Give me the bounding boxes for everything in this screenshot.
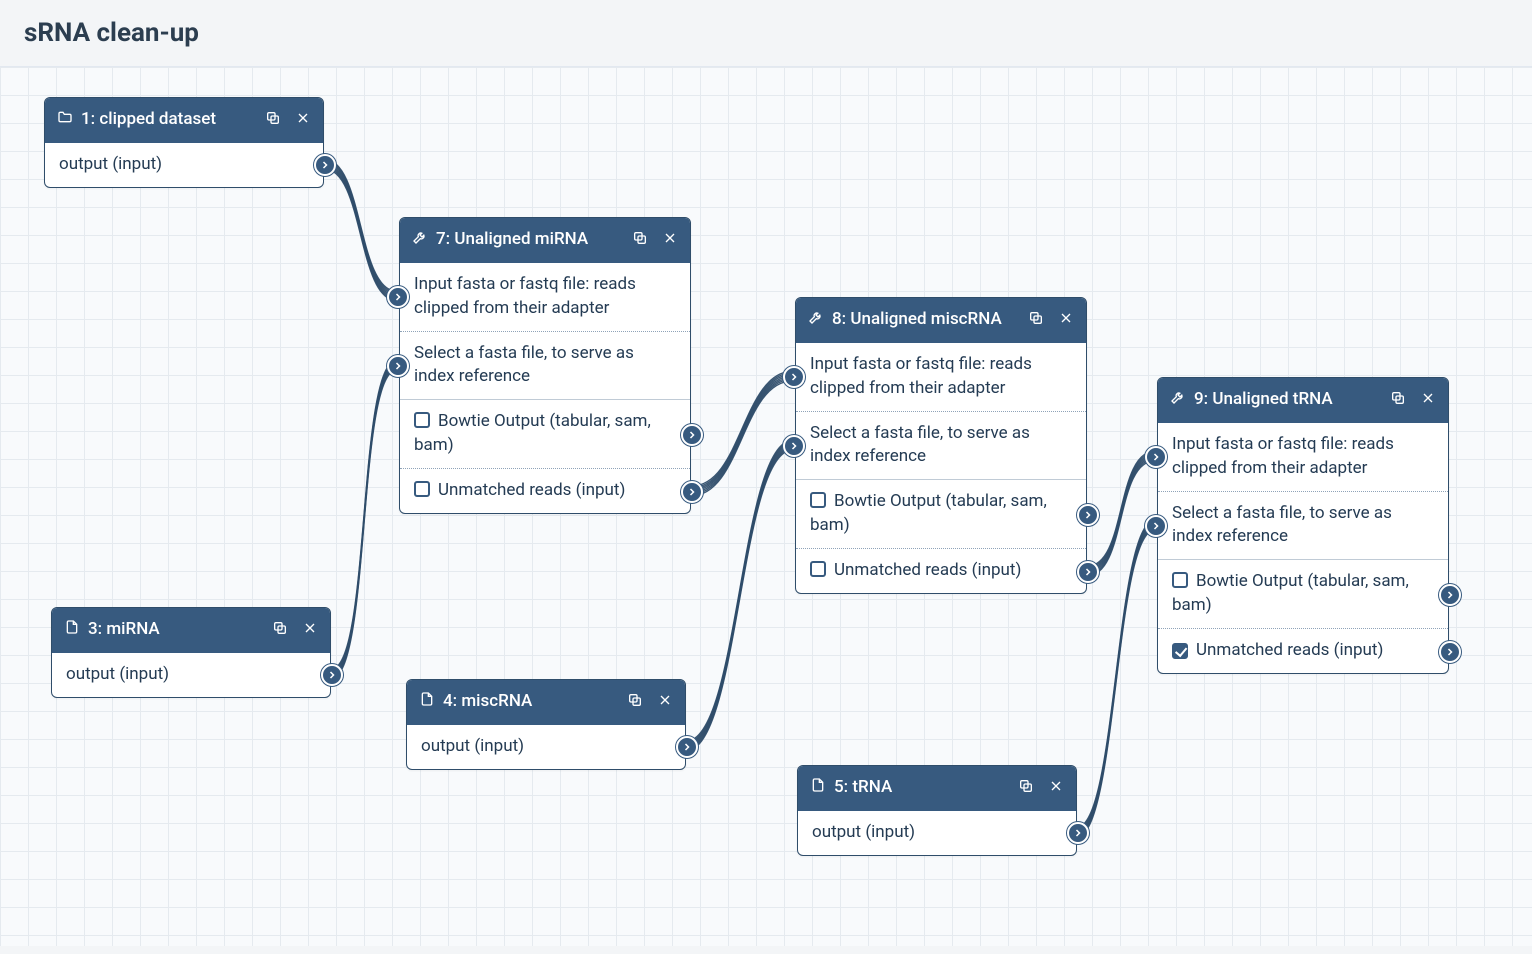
port[interactable] [387, 286, 409, 308]
unmatched-reads-row: Unmatched reads (input) [1158, 628, 1448, 673]
bowtie-output-row: Bowtie Output (tabular, sam, bam) [1158, 559, 1448, 628]
close-icon[interactable] [657, 692, 673, 708]
port[interactable] [783, 435, 805, 457]
file-icon [64, 618, 80, 634]
copy-icon[interactable] [627, 692, 643, 708]
node-header[interactable]: 3: miRNA [52, 608, 330, 653]
port[interactable] [681, 424, 703, 446]
port[interactable] [321, 664, 343, 686]
input-fasta-row: Input fasta or fastq file: reads clipped… [1158, 423, 1448, 491]
checkbox[interactable] [810, 561, 826, 577]
bowtie-output-row: Bowtie Output (tabular, sam, bam) [796, 479, 1086, 548]
port[interactable] [783, 366, 805, 388]
close-icon[interactable] [1048, 778, 1064, 794]
copy-icon[interactable] [1390, 390, 1406, 406]
wrench-icon [808, 308, 824, 324]
node-header[interactable]: 7: Unaligned miRNA [400, 218, 690, 263]
node-header[interactable]: 8: Unaligned miscRNA [796, 298, 1086, 343]
select-fasta-row: Select a fasta file, to serve as index r… [400, 331, 690, 400]
port[interactable] [1077, 504, 1099, 526]
port[interactable] [1145, 446, 1167, 468]
node-n4[interactable]: 4: miscRNA output (input) [406, 679, 686, 770]
close-icon[interactable] [295, 110, 311, 126]
node-title: 3: miRNA [88, 618, 160, 641]
node-n8[interactable]: 8: Unaligned miscRNA Input fasta or fastq… [795, 297, 1087, 594]
copy-icon[interactable] [272, 620, 288, 636]
port[interactable] [681, 481, 703, 503]
port[interactable] [1067, 822, 1089, 844]
node-n5[interactable]: 5: tRNA output (input) [797, 765, 1077, 856]
port[interactable] [1439, 641, 1461, 663]
close-icon[interactable] [1420, 390, 1436, 406]
bowtie-output-row: Bowtie Output (tabular, sam, bam) [400, 399, 690, 468]
wrench-icon [412, 228, 428, 244]
port[interactable] [314, 154, 336, 176]
port[interactable] [1439, 584, 1461, 606]
node-title: 5: tRNA [834, 776, 892, 799]
close-icon[interactable] [1058, 310, 1074, 326]
checkbox[interactable] [810, 492, 826, 508]
output-row: output (input) [798, 811, 1076, 855]
copy-icon[interactable] [632, 230, 648, 246]
close-icon[interactable] [302, 620, 318, 636]
file-icon [419, 690, 435, 706]
port[interactable] [1077, 561, 1099, 583]
close-icon[interactable] [662, 230, 678, 246]
checkbox[interactable] [1172, 643, 1188, 659]
node-title: 9: Unaligned tRNA [1194, 388, 1333, 411]
node-title: 4: miscRNA [443, 690, 532, 713]
output-row: output (input) [52, 653, 330, 697]
input-fasta-row: Input fasta or fastq file: reads clipped… [796, 343, 1086, 411]
node-n7[interactable]: 7: Unaligned miRNA Input fasta or fastq f… [399, 217, 691, 514]
output-row: output (input) [407, 725, 685, 769]
port[interactable] [676, 736, 698, 758]
copy-icon[interactable] [1018, 778, 1034, 794]
node-header[interactable]: 5: tRNA [798, 766, 1076, 811]
node-n9[interactable]: 9: Unaligned tRNA Input fasta or fastq fi… [1157, 377, 1449, 674]
select-fasta-row: Select a fasta file, to serve as index r… [1158, 491, 1448, 560]
workflow-canvas[interactable]: 1: clipped datasetoutput (input)3: miRNA… [0, 66, 1532, 946]
checkbox[interactable] [1172, 572, 1188, 588]
port[interactable] [387, 355, 409, 377]
wrench-icon [1170, 388, 1186, 404]
select-fasta-row: Select a fasta file, to serve as index r… [796, 411, 1086, 480]
checkbox[interactable] [414, 412, 430, 428]
page-title: sRNA clean-up [0, 0, 1532, 66]
node-title: 8: Unaligned miscRNA [832, 308, 1002, 331]
node-title: 1: clipped dataset [81, 108, 216, 131]
node-n3[interactable]: 3: miRNA output (input) [51, 607, 331, 698]
checkbox[interactable] [414, 481, 430, 497]
node-header[interactable]: 4: miscRNA [407, 680, 685, 725]
copy-icon[interactable] [1028, 310, 1044, 326]
node-header[interactable]: 9: Unaligned tRNA [1158, 378, 1448, 423]
input-fasta-row: Input fasta or fastq file: reads clipped… [400, 263, 690, 331]
node-title: 7: Unaligned miRNA [436, 228, 588, 251]
node-n1[interactable]: 1: clipped dataset output (input) [44, 97, 324, 188]
node-header[interactable]: 1: clipped dataset [45, 98, 323, 143]
copy-icon[interactable] [265, 110, 281, 126]
folder-icon [57, 108, 73, 124]
output-row: output (input) [45, 143, 323, 187]
unmatched-reads-row: Unmatched reads (input) [796, 548, 1086, 593]
port[interactable] [1145, 515, 1167, 537]
unmatched-reads-row: Unmatched reads (input) [400, 468, 690, 513]
file-icon [810, 776, 826, 792]
